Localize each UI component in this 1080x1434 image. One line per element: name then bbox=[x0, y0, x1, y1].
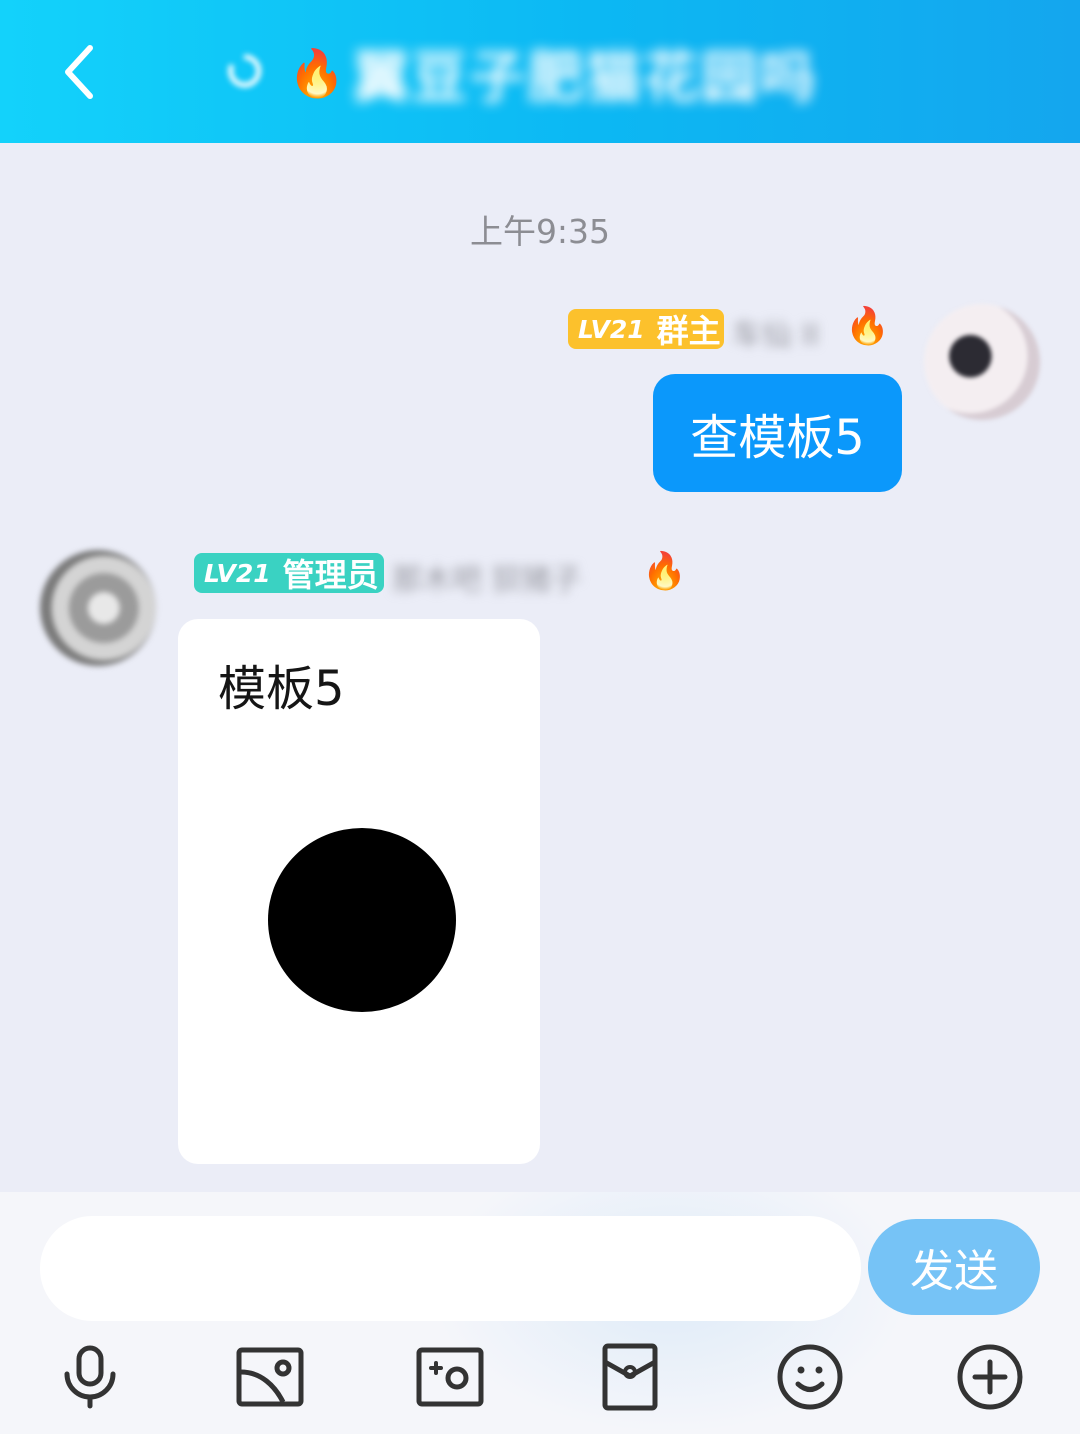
black-circle-shape bbox=[268, 828, 456, 1012]
send-button[interactable]: 发送 bbox=[868, 1219, 1040, 1315]
group-title[interactable]: 🔥 翼豆子肥猫花园吗 bbox=[222, 38, 817, 111]
composer-panel: 发送 bbox=[0, 1192, 1080, 1434]
fire-icon: 🔥 bbox=[642, 551, 687, 592]
fire-icon: 🔥 bbox=[845, 306, 890, 347]
avatar[interactable] bbox=[924, 304, 1040, 420]
image-icon[interactable] bbox=[235, 1342, 305, 1412]
red-packet-icon[interactable] bbox=[595, 1342, 665, 1412]
card-title: 模板5 bbox=[218, 661, 345, 717]
group-name: 翼豆子肥猫花园吗 bbox=[353, 45, 818, 111]
outgoing-message-bubble[interactable]: 查模板5 bbox=[653, 374, 902, 492]
chevron-left-icon[interactable] bbox=[56, 40, 104, 104]
role-label: 群主 bbox=[656, 312, 721, 350]
message-input[interactable] bbox=[40, 1216, 861, 1321]
fire-icon: 🔥 bbox=[288, 46, 346, 100]
microphone-icon[interactable] bbox=[55, 1342, 125, 1412]
sender-nickname[interactable]: 那木吧 狈猪子 bbox=[392, 555, 582, 598]
chat-header: 🔥 翼豆子肥猫花园吗 bbox=[0, 0, 1080, 143]
level-label: LV21 bbox=[578, 314, 645, 344]
sender-nickname[interactable]: 车仙 II bbox=[732, 310, 819, 353]
plus-icon[interactable] bbox=[955, 1342, 1025, 1412]
camera-icon[interactable] bbox=[415, 1342, 485, 1412]
message-timestamp: 上午9:35 bbox=[469, 212, 611, 251]
emoji-icon[interactable] bbox=[775, 1342, 845, 1412]
swirl-icon bbox=[228, 54, 262, 88]
level-badge-owner: LV21 群主 bbox=[568, 309, 724, 350]
avatar[interactable] bbox=[40, 550, 156, 666]
role-label: 管理员 bbox=[282, 556, 379, 594]
level-label: LV21 bbox=[204, 558, 271, 588]
level-badge-admin: LV21 管理员 bbox=[194, 553, 384, 594]
template-card-message[interactable]: 模板5 bbox=[178, 619, 540, 1164]
